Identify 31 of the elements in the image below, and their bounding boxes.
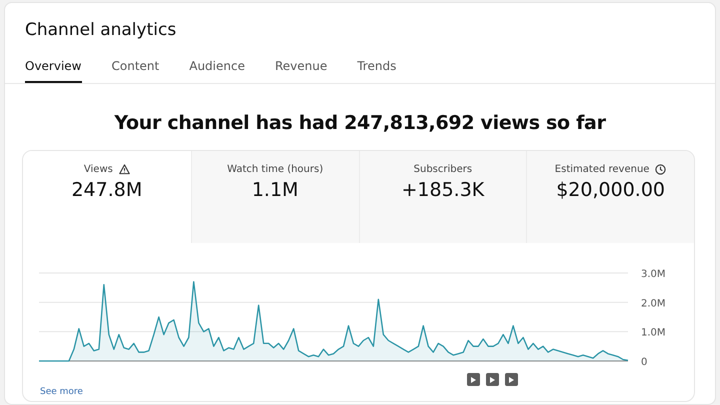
axis-label: 2.0M: [641, 298, 666, 310]
page-title: Channel analytics: [24, 19, 178, 41]
play-icon: [470, 376, 476, 382]
metric-label: Estimated revenue: [554, 164, 650, 175]
metric-tab[interactable]: Subscribers +185.3K: [358, 151, 526, 243]
metric-label: Subscribers: [414, 164, 472, 175]
play-icon: [508, 376, 514, 382]
metric-tab[interactable]: Estimated revenue $20,000.00: [526, 151, 694, 243]
tab[interactable]: Overview: [25, 59, 82, 83]
clock-icon: [655, 164, 666, 175]
tab[interactable]: Revenue: [274, 59, 328, 83]
axis-label: 0: [641, 357, 648, 368]
warning-icon: [118, 164, 130, 175]
metric-label: Watch time (hours): [227, 164, 324, 175]
metric-tab[interactable]: Watch time (hours) 1.1M: [190, 151, 358, 243]
play-button[interactable]: [486, 373, 499, 386]
axis-label: 3.0M: [641, 269, 666, 280]
tab[interactable]: Content: [112, 59, 160, 83]
metric-value: +185.3K: [401, 179, 484, 201]
see-more-link[interactable]: See more: [40, 387, 83, 397]
tab[interactable]: Audience: [189, 59, 245, 83]
play-button[interactable]: [466, 373, 480, 386]
axis-label: 1.0M: [641, 328, 666, 339]
metric-label: Views: [84, 164, 113, 175]
play-button[interactable]: [504, 373, 518, 386]
headline: Your channel has had 247,813,692 views so far: [113, 111, 607, 135]
metric-value: 247.8M: [71, 179, 142, 201]
tab[interactable]: Trends: [357, 59, 396, 83]
play-icon: [489, 376, 496, 382]
metric-value: 1.1M: [252, 179, 298, 201]
metric-value: $20,000.00: [556, 179, 666, 201]
